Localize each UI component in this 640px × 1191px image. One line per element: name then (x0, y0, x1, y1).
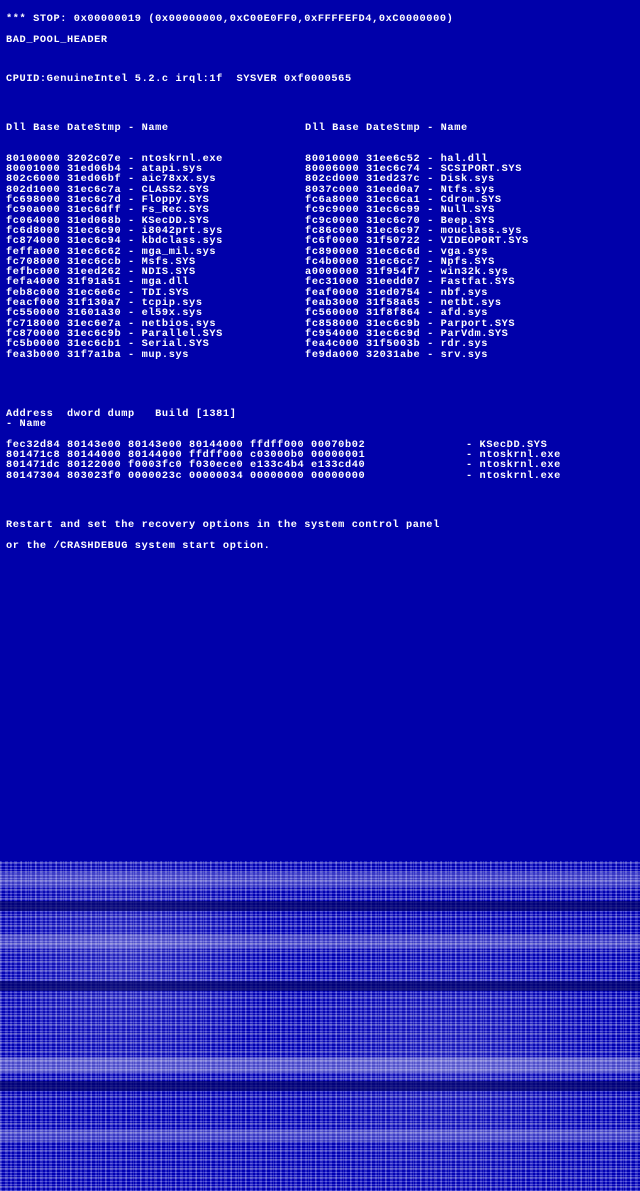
address-row: 80147304 803023f0 0000023c 00000034 0000… (6, 471, 634, 481)
stop-code-line: *** STOP: 0x00000019 (0x00000000,0xC00E0… (6, 14, 634, 24)
restart-msg-line2: or the /CRASHDEBUG system start option. (6, 541, 634, 551)
address-dump-table: fec32d84 80143e00 80143e00 80144000 ffdf… (6, 440, 634, 481)
address-header-left: Address dword dump Build [1381] (6, 409, 466, 419)
dll-row: fc5b0000 31ec6cb1 - Serial.SYSfea4c000 3… (6, 339, 634, 349)
address-header-right: - Name (6, 419, 47, 429)
dll-cell-left: fc874000 31ec6c94 - kbdclass.sys (6, 236, 305, 246)
corrupted-video-region (0, 861, 640, 1191)
address-cell-right: - ntoskrnl.exe (466, 471, 561, 481)
dll-row: fea3b000 31f7a1ba - mup.sysfe9da000 3203… (6, 350, 634, 360)
address-dump-header: Address dword dump Build [1381] - Name (6, 399, 634, 430)
dll-row: fc874000 31ec6c94 - kbdclass.sysfc6f0000… (6, 236, 634, 246)
dll-cell-left: fea3b000 31f7a1ba - mup.sys (6, 350, 305, 360)
dll-header-right: Dll Base DateStmp - Name (305, 123, 634, 133)
address-cell-left: 80147304 803023f0 0000023c 00000034 0000… (6, 471, 466, 481)
bsod-screen: *** STOP: 0x00000019 (0x00000000,0xC00E0… (0, 0, 640, 561)
dll-cell-right: fc6f0000 31f50722 - VIDEOPORT.SYS (305, 236, 634, 246)
dll-cell-left: fc5b0000 31ec6cb1 - Serial.SYS (6, 339, 305, 349)
cpuid-line: CPUID:GenuineIntel 5.2.c irql:1f SYSVER … (6, 74, 634, 84)
dll-table-header: Dll Base DateStmp - Name Dll Base DateSt… (6, 123, 634, 133)
dll-cell-right: fea4c000 31f5003b - rdr.sys (305, 339, 634, 349)
dll-cell-right: fe9da000 32031abe - srv.sys (305, 350, 634, 360)
error-name: BAD_POOL_HEADER (6, 35, 634, 45)
restart-msg-line1: Restart and set the recovery options in … (6, 520, 634, 530)
dll-header-left: Dll Base DateStmp - Name (6, 123, 305, 133)
dll-table: 80100000 3202c07e - ntoskrnl.exe80010000… (6, 154, 634, 360)
